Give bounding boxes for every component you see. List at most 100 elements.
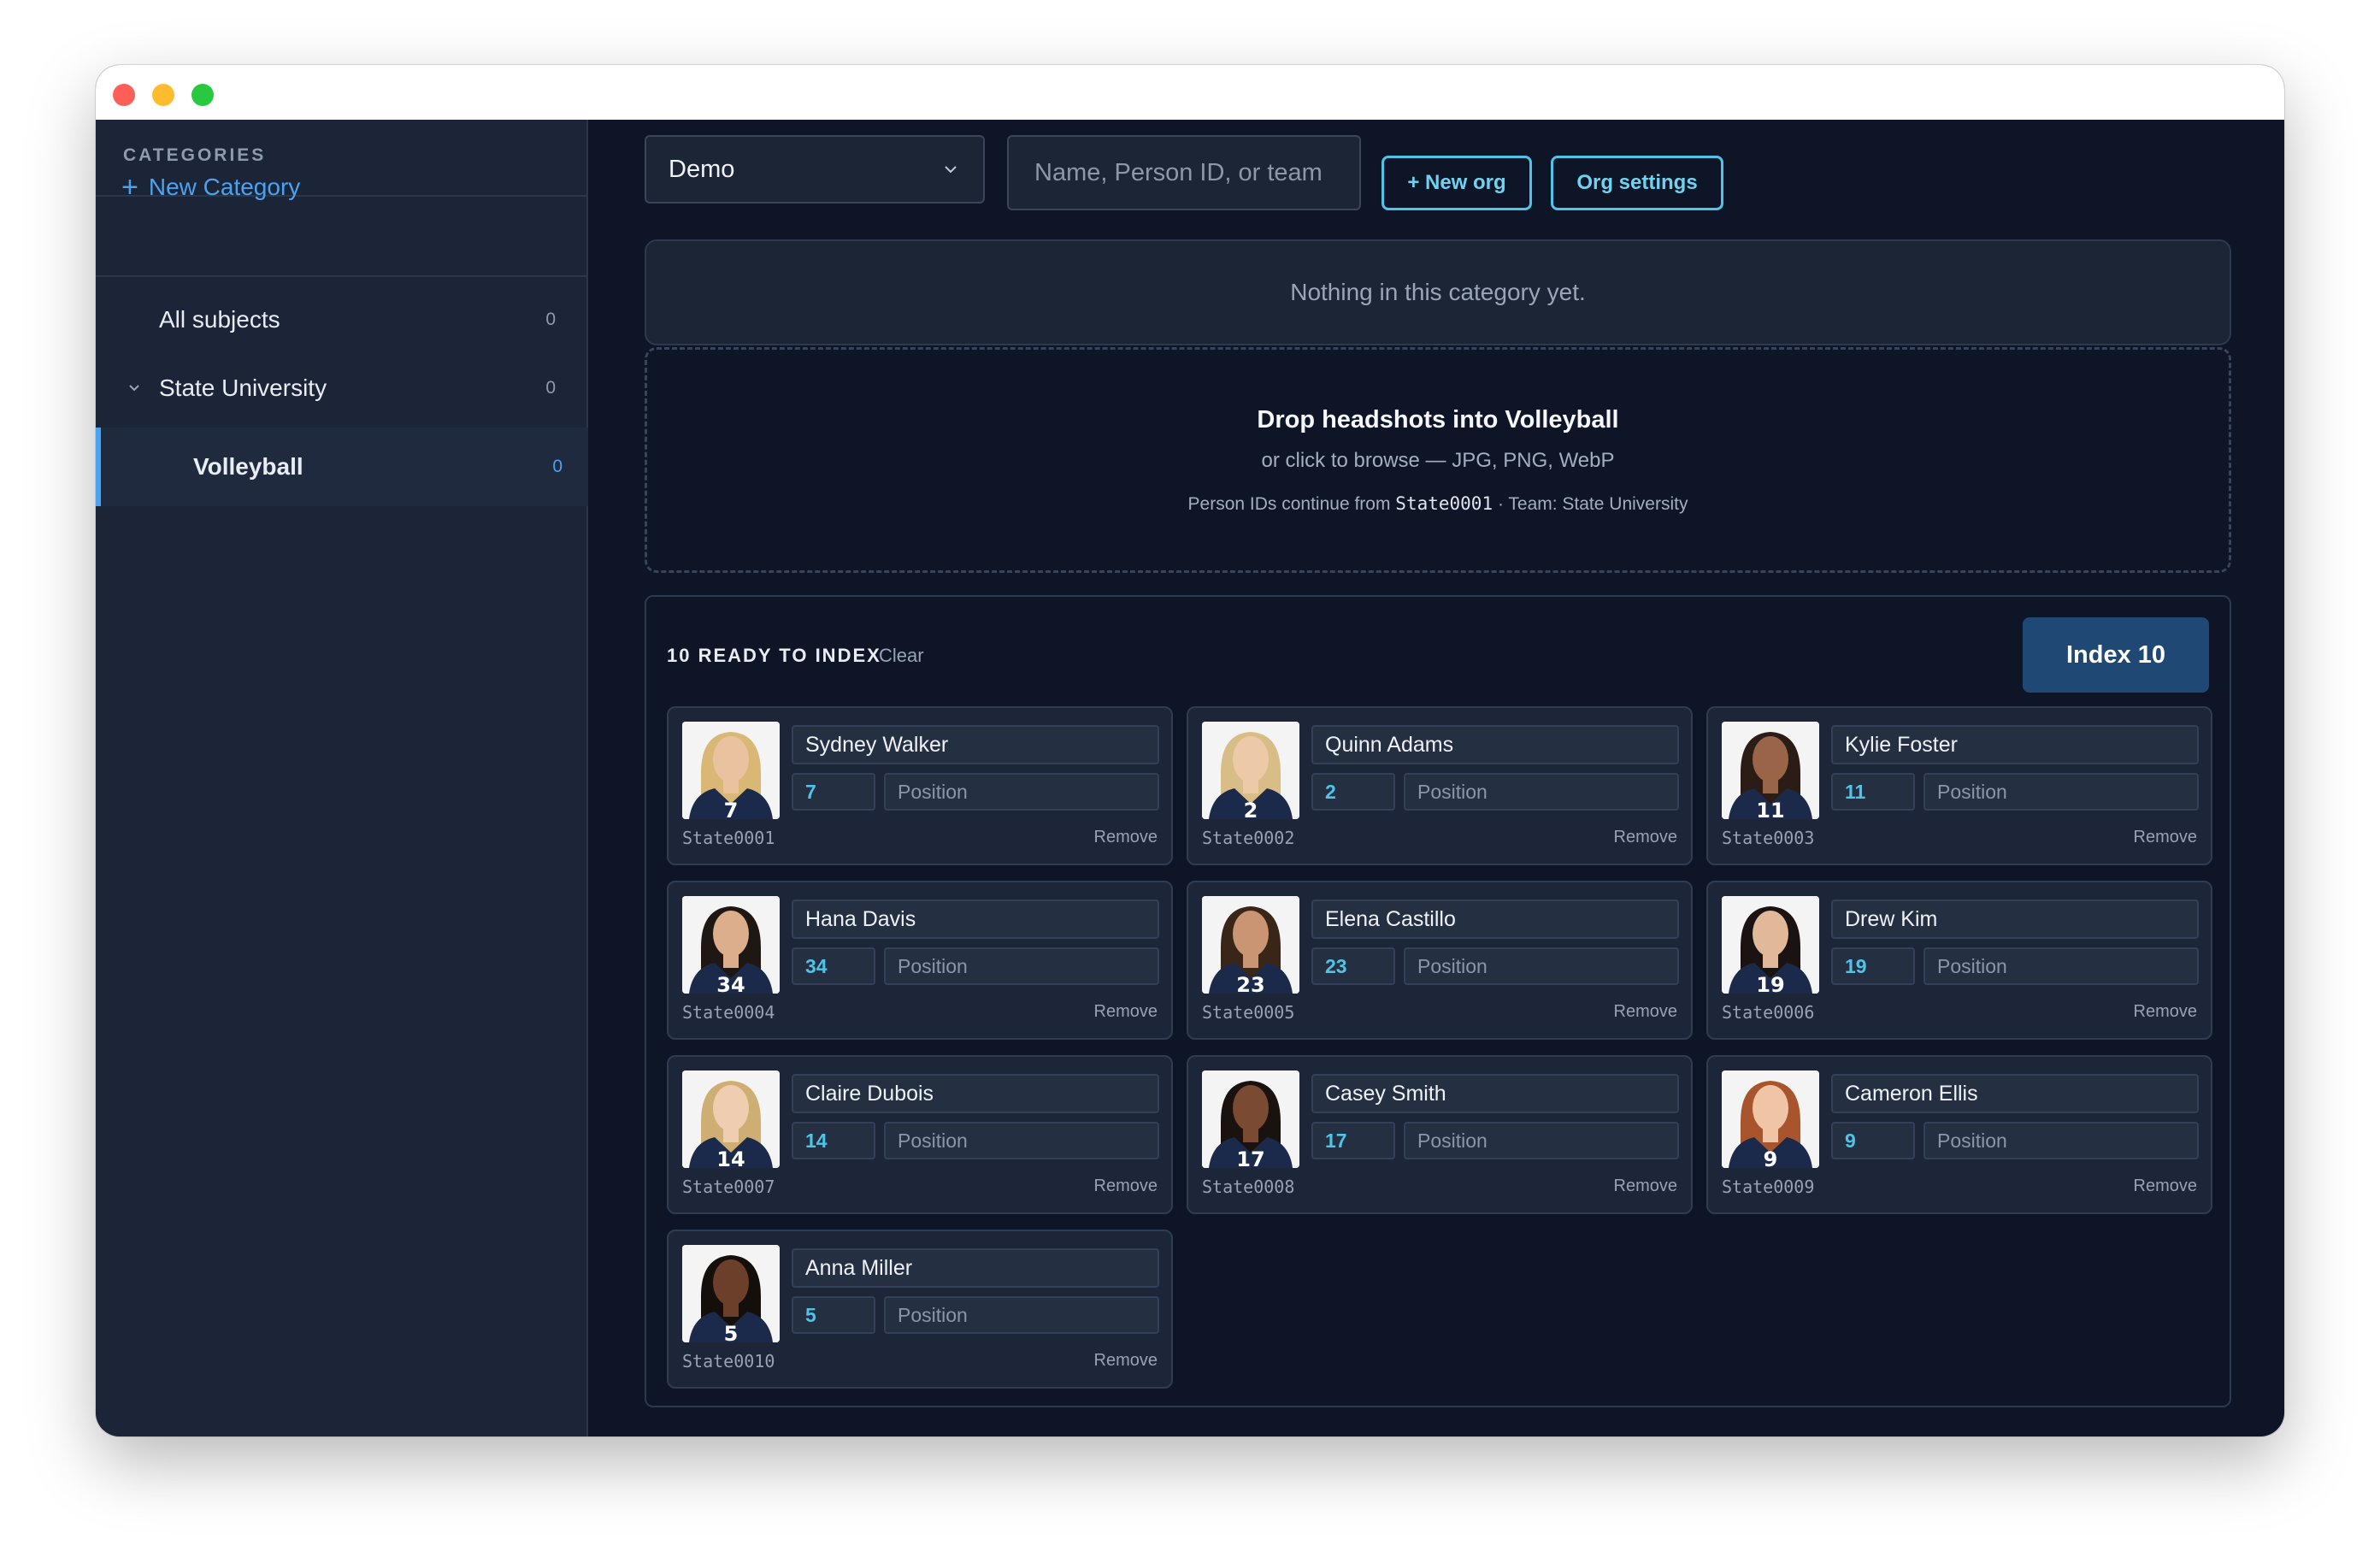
athlete-name-input[interactable]: Claire Dubois xyxy=(792,1074,1159,1113)
chevron-down-icon xyxy=(945,166,957,174)
sidebar-item-volleyball[interactable]: Volleyball 0 xyxy=(96,428,588,506)
athlete-headshot-image: 2 xyxy=(1202,722,1299,819)
chevron-down-icon[interactable] xyxy=(128,382,140,394)
position-placeholder: Position xyxy=(1937,954,2007,977)
athlete-name-input[interactable]: Casey Smith xyxy=(1311,1074,1679,1113)
remove-button[interactable]: Remove xyxy=(1094,1351,1158,1371)
position-input[interactable]: Position xyxy=(884,947,1159,985)
new-category-label: New Category xyxy=(148,174,301,200)
remove-button[interactable]: Remove xyxy=(1094,828,1158,847)
position-input[interactable]: Position xyxy=(1923,947,2199,985)
clear-button[interactable]: Clear xyxy=(879,645,924,667)
sidebar-item-count: 0 xyxy=(552,457,563,476)
jersey-number-input[interactable]: 11 xyxy=(1831,773,1915,811)
new-category-button[interactable]: + New Category xyxy=(121,173,300,202)
athlete-name-value: Casey Smith xyxy=(1325,1081,1446,1106)
jersey-number: 7 xyxy=(724,799,739,819)
jersey-number-input[interactable]: 9 xyxy=(1831,1122,1915,1159)
remove-button[interactable]: Remove xyxy=(2134,1002,2197,1022)
person-id: State0009 xyxy=(1722,1177,1815,1197)
jersey-number-input[interactable]: 2 xyxy=(1311,773,1395,811)
athlete-name-value: Elena Castillo xyxy=(1325,906,1456,931)
athlete-headshot-image: 17 xyxy=(1202,1071,1299,1168)
remove-button[interactable]: Remove xyxy=(2134,828,2197,847)
position-input[interactable]: Position xyxy=(1404,947,1679,985)
sidebar-item-state-university[interactable]: State University 0 xyxy=(96,354,588,422)
position-placeholder: Position xyxy=(898,1303,968,1326)
position-input[interactable]: Position xyxy=(1923,1122,2199,1159)
athlete-name-input[interactable]: Hana Davis xyxy=(792,899,1159,939)
jersey-number: 5 xyxy=(724,1322,739,1342)
plus-icon: + xyxy=(121,171,138,203)
athlete-name-input[interactable]: Kylie Foster xyxy=(1831,725,2199,764)
remove-button[interactable]: Remove xyxy=(1094,1177,1158,1196)
jersey-number-input[interactable]: 7 xyxy=(792,773,875,811)
headshot-card: 19 Drew Kim 19 Position State0006 Remove xyxy=(1706,881,2212,1040)
jersey-number: 34 xyxy=(716,973,745,994)
position-input[interactable]: Position xyxy=(1404,773,1679,811)
headshot-card: 9 Cameron Ellis 9 Position State0009 Remove xyxy=(1706,1055,2212,1214)
athlete-name-input[interactable]: Cameron Ellis xyxy=(1831,1074,2199,1113)
sidebar-item-label: State University xyxy=(159,375,327,401)
person-id: State0004 xyxy=(682,1002,775,1023)
jersey-number-input[interactable]: 19 xyxy=(1831,947,1915,985)
athlete-name-input[interactable]: Anna Miller xyxy=(792,1248,1159,1288)
sidebar-item-count: 0 xyxy=(545,310,556,329)
athlete-headshot-image: 14 xyxy=(682,1071,780,1168)
headshot-photo: 19 xyxy=(1722,896,1819,994)
person-id: State0008 xyxy=(1202,1177,1295,1197)
headshot-photo: 2 xyxy=(1202,722,1299,819)
jersey-number-input[interactable]: 17 xyxy=(1311,1122,1395,1159)
athlete-name-value: Claire Dubois xyxy=(805,1081,934,1106)
athlete-name-input[interactable]: Sydney Walker xyxy=(792,725,1159,764)
jersey-number: 19 xyxy=(1756,973,1784,994)
jersey-number-input[interactable]: 14 xyxy=(792,1122,875,1159)
jersey-number-value: 11 xyxy=(1845,780,1866,803)
remove-button[interactable]: Remove xyxy=(1614,1177,1677,1196)
jersey-number-value: 14 xyxy=(805,1129,828,1152)
sidebar-item-all-subjects[interactable]: All subjects 0 xyxy=(96,286,588,354)
position-input[interactable]: Position xyxy=(884,1296,1159,1334)
athlete-name-input[interactable]: Elena Castillo xyxy=(1311,899,1679,939)
remove-button[interactable]: Remove xyxy=(1614,828,1677,847)
remove-button[interactable]: Remove xyxy=(1094,1002,1158,1022)
jersey-number-value: 34 xyxy=(805,954,828,977)
jersey-number-value: 9 xyxy=(1845,1129,1856,1152)
headshot-photo: 14 xyxy=(682,1071,780,1168)
new-org-button[interactable]: + New org xyxy=(1381,156,1532,210)
headshot-photo: 17 xyxy=(1202,1071,1299,1168)
title-bar xyxy=(96,65,2284,120)
athlete-name-value: Anna Miller xyxy=(805,1255,913,1280)
position-input[interactable]: Position xyxy=(1404,1122,1679,1159)
remove-button[interactable]: Remove xyxy=(1614,1002,1677,1022)
remove-button[interactable]: Remove xyxy=(2134,1177,2197,1196)
athlete-name-input[interactable]: Drew Kim xyxy=(1831,899,2199,939)
headshot-dropzone[interactable]: Drop headshots into Volleyball or click … xyxy=(645,347,2231,573)
position-placeholder: Position xyxy=(1417,954,1488,977)
jersey-number-value: 17 xyxy=(1325,1129,1347,1152)
position-placeholder: Position xyxy=(1937,780,2007,803)
headshot-photo: 9 xyxy=(1722,1071,1819,1168)
position-input[interactable]: Position xyxy=(1923,773,2199,811)
app-window: CATEGORIES + New Category All subjects 0… xyxy=(96,65,2284,1436)
jersey-number-input[interactable]: 5 xyxy=(792,1296,875,1334)
position-placeholder: Position xyxy=(1417,1129,1488,1152)
athlete-name-input[interactable]: Quinn Adams xyxy=(1311,725,1679,764)
close-window-button[interactable] xyxy=(113,84,135,106)
athlete-headshot-image: 7 xyxy=(682,722,780,819)
dropzone-info-prefix: Person IDs continue from xyxy=(1187,494,1391,514)
minimize-window-button[interactable] xyxy=(152,84,174,106)
org-select[interactable]: Demo xyxy=(645,135,985,203)
jersey-number-value: 2 xyxy=(1325,780,1336,803)
jersey-number-input[interactable]: 34 xyxy=(792,947,875,985)
search-input[interactable]: Name, Person ID, or team xyxy=(1007,135,1361,210)
org-settings-button[interactable]: Org settings xyxy=(1551,156,1723,210)
jersey-number-input[interactable]: 23 xyxy=(1311,947,1395,985)
sidebar: CATEGORIES + New Category All subjects 0… xyxy=(96,120,588,1436)
person-id: State0002 xyxy=(1202,828,1295,848)
position-input[interactable]: Position xyxy=(884,773,1159,811)
index-button[interactable]: Index 10 xyxy=(2023,617,2209,693)
active-indicator xyxy=(96,428,101,506)
position-input[interactable]: Position xyxy=(884,1122,1159,1159)
maximize-window-button[interactable] xyxy=(191,84,214,106)
